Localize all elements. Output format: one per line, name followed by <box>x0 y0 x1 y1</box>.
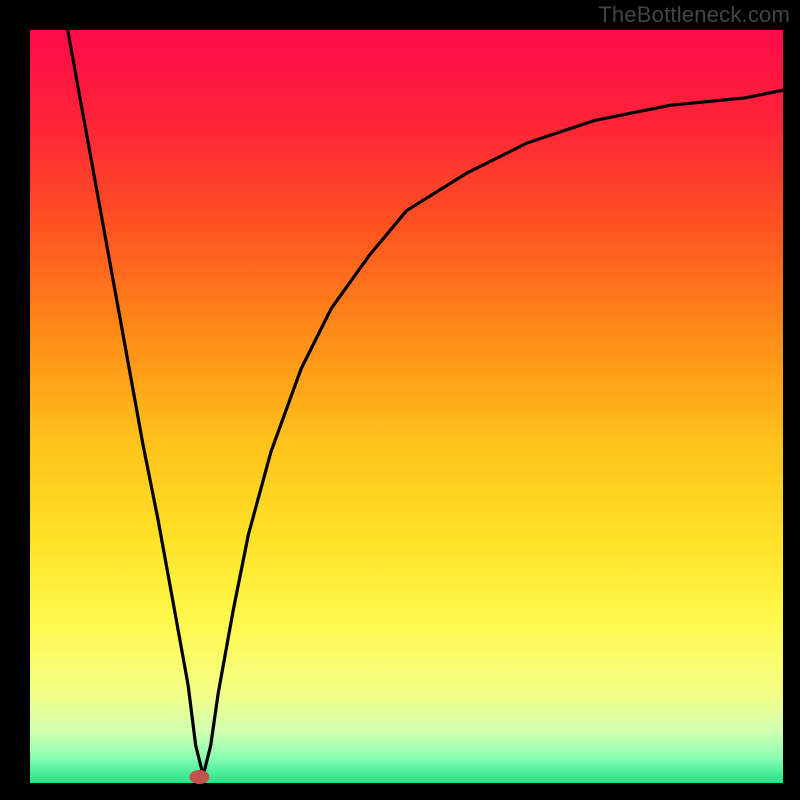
optimal-point-marker <box>189 770 209 784</box>
watermark-text: TheBottleneck.com <box>598 2 790 28</box>
chart-frame: TheBottleneck.com <box>0 0 800 800</box>
plot-background <box>30 30 783 783</box>
bottleneck-chart <box>0 0 800 800</box>
